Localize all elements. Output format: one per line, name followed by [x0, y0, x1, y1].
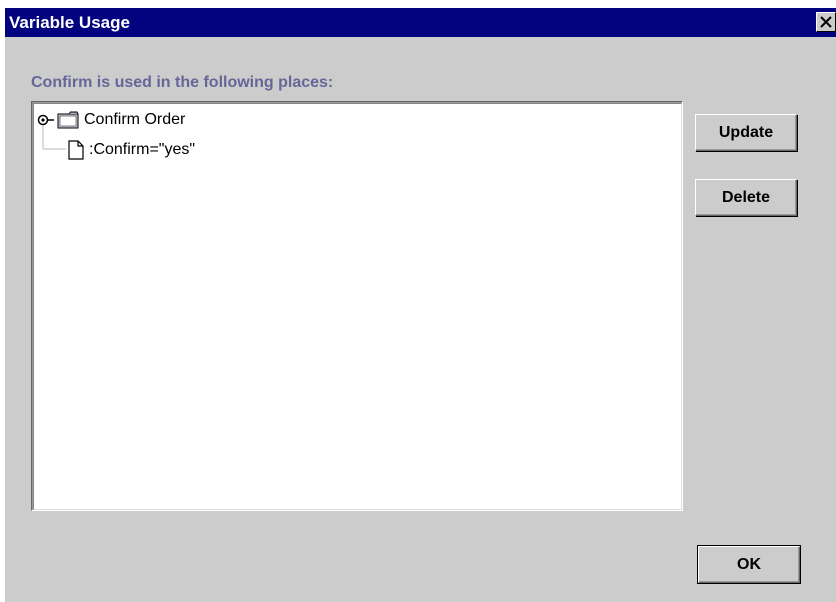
expand-handle-icon[interactable] [37, 113, 57, 127]
usage-tree[interactable]: Confirm Order :Confirm="yes" [31, 101, 683, 511]
tree-node-label: :Confirm="yes" [89, 141, 196, 158]
document-icon [68, 140, 84, 160]
variable-usage-dialog: Variable Usage Confirm is used in the fo… [5, 8, 836, 602]
window-title: Variable Usage [9, 13, 130, 32]
folder-icon [57, 111, 79, 129]
close-x-icon [820, 16, 832, 28]
usage-heading: Confirm is used in the following places: [31, 74, 334, 91]
update-button[interactable]: Update [695, 114, 797, 151]
ok-button[interactable]: OK [697, 545, 801, 584]
delete-button[interactable]: Delete [695, 179, 797, 216]
tree-node-label: Confirm Order [84, 111, 186, 128]
tree-node-root[interactable]: Confirm Order [37, 111, 185, 129]
close-button[interactable] [816, 12, 836, 32]
tree-node-child[interactable]: :Confirm="yes" [68, 140, 195, 160]
title-bar[interactable]: Variable Usage [5, 8, 836, 37]
